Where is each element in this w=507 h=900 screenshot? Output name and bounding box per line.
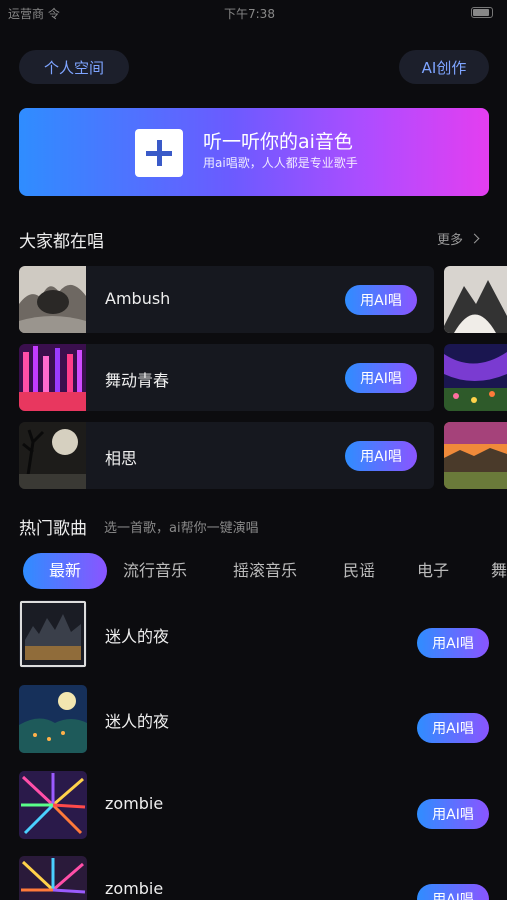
popular-song-card[interactable]: Ambush 用AI唱: [19, 266, 434, 333]
sing-with-ai-button[interactable]: 用AI唱: [417, 799, 489, 829]
section-title-everyone-singing: 大家都在唱: [19, 232, 104, 252]
chevron-right-icon: [469, 233, 480, 244]
sing-with-ai-button[interactable]: 用AI唱: [417, 628, 489, 658]
song-title: zombie: [105, 879, 164, 898]
battery-icon: [471, 7, 493, 18]
ai-create-button[interactable]: AI创作: [399, 50, 489, 84]
album-art[interactable]: [444, 344, 507, 411]
voice-test-banner[interactable]: 听一听你的ai音色 用ai唱歌，人人都是专业歌手: [19, 108, 489, 196]
plus-icon: [135, 129, 183, 177]
album-art: [19, 422, 86, 489]
section-subtitle-hot-songs: 选一首歌，ai帮你一键演唱: [104, 521, 259, 536]
tab-latest[interactable]: 最新: [23, 553, 107, 589]
song-title: Ambush: [105, 289, 171, 308]
banner-subtitle: 用ai唱歌，人人都是专业歌手: [203, 156, 358, 170]
sing-with-ai-button[interactable]: 用AI唱: [345, 285, 417, 315]
more-label: 更多: [437, 233, 464, 248]
sing-with-ai-button[interactable]: 用AI唱: [417, 884, 489, 900]
album-art: [19, 600, 87, 668]
song-title: 迷人的夜: [105, 627, 170, 646]
status-bar: 运营商 令 下午7:38: [0, 0, 507, 26]
album-art: [19, 856, 87, 900]
tab-pop[interactable]: 流行音乐: [123, 553, 187, 589]
album-art: [19, 771, 87, 839]
popular-song-card[interactable]: 舞动青春 用AI唱: [19, 344, 434, 411]
album-art: [19, 266, 86, 333]
sing-with-ai-button[interactable]: 用AI唱: [345, 441, 417, 471]
personal-space-button[interactable]: 个人空间: [19, 50, 129, 84]
album-art[interactable]: [444, 266, 507, 333]
section-title-hot-songs: 热门歌曲: [19, 519, 87, 539]
popular-song-card[interactable]: 相思 用AI唱: [19, 422, 434, 489]
song-title: zombie: [105, 794, 164, 813]
song-title: 迷人的夜: [105, 712, 170, 731]
tab-electronic[interactable]: 电子: [417, 553, 449, 589]
song-title: 相思: [105, 449, 138, 468]
sing-with-ai-button[interactable]: 用AI唱: [345, 363, 417, 393]
tab-dance[interactable]: 舞: [491, 553, 507, 589]
album-art[interactable]: [444, 422, 507, 489]
banner-title: 听一听你的ai音色: [203, 131, 353, 153]
list-item[interactable]: zombie 用AI唱: [19, 856, 489, 900]
album-art: [19, 344, 86, 411]
more-link[interactable]: 更多: [437, 229, 480, 248]
clock: 下午7:38: [224, 7, 275, 21]
carrier-label: 运营商 令: [8, 7, 60, 21]
song-title: 舞动青春: [105, 371, 170, 390]
tab-folk[interactable]: 民谣: [343, 553, 375, 589]
sing-with-ai-button[interactable]: 用AI唱: [417, 713, 489, 743]
album-art: [19, 685, 87, 753]
list-item[interactable]: 迷人的夜 用AI唱: [19, 600, 489, 668]
list-item[interactable]: zombie 用AI唱: [19, 771, 489, 839]
genre-tabs: 最新 流行音乐 摇滚音乐 民谣 电子 舞: [0, 553, 507, 589]
list-item[interactable]: 迷人的夜 用AI唱: [19, 685, 489, 753]
tab-rock[interactable]: 摇滚音乐: [233, 553, 297, 589]
